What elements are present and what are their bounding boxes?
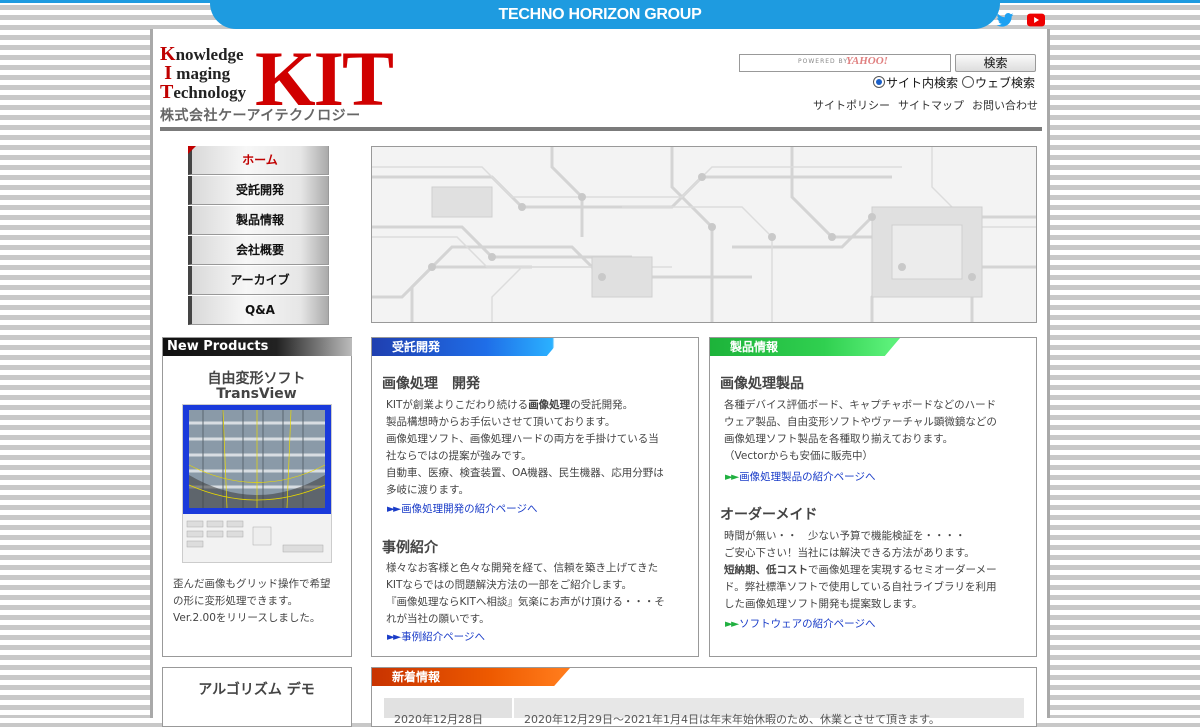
hero-circuit-image — [371, 146, 1037, 323]
image-products-text: 各種デバイス評価ボード、キャプチャボードなどのハード ウェア製品、自由変形ソフト… — [724, 399, 997, 462]
image-products-title: 画像処理製品 — [720, 376, 804, 392]
company-logo[interactable]: Knowledge I maging Technology KIT 株式会社ケー… — [160, 39, 394, 125]
nav-contract-dev[interactable]: 受託開発 — [188, 176, 329, 205]
news-row[interactable]: 2020年12月28日 2020年12月29日～2021年1月4日は年末年始休暇… — [384, 698, 1024, 726]
image-processing-dev-text: KITが創業よりこだわり続ける画像処理の受託開発。 製品構想時からお手伝いさせて… — [386, 399, 664, 496]
link-contact[interactable]: お問い合わせ — [972, 97, 1038, 113]
main-nav: ホーム 受託開発 製品情報 会社概要 アーカイブ Q&A — [188, 146, 329, 326]
custom-order-text: 時間が無い・・ 少ない予算で機能検証を・・・・ ご安心下さい！当社には解決できる… — [724, 530, 997, 610]
circuit-board-illustration — [372, 147, 1036, 322]
algorithm-demo-panel: アルゴリズム デモ — [162, 667, 352, 727]
logo-wordmark: Knowledge I maging Technology — [160, 43, 247, 103]
product-title-line1[interactable]: 自由変形ソフト — [163, 371, 350, 387]
radio-unselected-icon — [962, 76, 974, 88]
nav-products[interactable]: 製品情報 — [188, 206, 329, 235]
group-title[interactable]: TECHNO HORIZON GROUP — [0, 6, 1200, 24]
radio-site-search[interactable]: サイト内検索 — [873, 74, 958, 91]
case-studies-link[interactable]: ►► 事例紹介ページへ — [387, 629, 485, 644]
news-text[interactable]: 2020年12月29日～2021年1月4日は年末年始休暇のため、休業とさせて頂き… — [524, 711, 940, 727]
search-input[interactable]: POWERED BY YAHOO! — [739, 54, 951, 72]
twitter-icon[interactable] — [996, 12, 1014, 27]
image-products-link[interactable]: ►► 画像処理製品の紹介ページへ — [725, 469, 875, 484]
search-button[interactable]: 検索 — [955, 54, 1036, 72]
news-heading: 新着情報 — [372, 668, 570, 686]
algorithm-demo-heading[interactable]: アルゴリズム デモ — [163, 682, 350, 698]
product-description: 歪んだ画像もグリッド操作で希望 の形に変形処理できます。 Ver.2.00をリリ… — [173, 578, 331, 624]
case-studies-title: 事例紹介 — [382, 540, 438, 556]
arrow-icon: ►► — [387, 631, 401, 643]
youtube-icon[interactable] — [1027, 12, 1045, 27]
arrow-icon: ►► — [725, 618, 739, 630]
product-info-heading: 製品情報 — [710, 338, 900, 356]
nav-archive[interactable]: アーカイブ — [188, 266, 329, 295]
new-products-heading: New Products — [163, 338, 352, 356]
contract-dev-heading: 受託開発 — [372, 338, 562, 356]
product-title-line2[interactable]: TransView — [163, 386, 350, 402]
arrow-icon: ►► — [725, 471, 739, 483]
radio-web-search[interactable]: ウェブ検索 — [962, 74, 1035, 91]
image-processing-dev-link[interactable]: ►► 画像処理開発の紹介ページへ — [387, 501, 537, 516]
nav-company[interactable]: 会社概要 — [188, 236, 329, 265]
radio-selected-icon — [873, 76, 885, 88]
header-divider — [160, 127, 1042, 131]
arrow-icon: ►► — [387, 503, 401, 515]
nav-home[interactable]: ホーム — [188, 146, 329, 175]
transview-screenshot[interactable] — [182, 404, 332, 563]
news-date: 2020年12月28日 — [394, 713, 483, 726]
nav-qa[interactable]: Q&A — [188, 296, 329, 325]
product-info-panel: 製品情報 画像処理製品 各種デバイス評価ボード、キャプチャボードなどのハード ウ… — [709, 337, 1037, 657]
custom-order-title: オーダーメイド — [720, 507, 818, 523]
yahoo-logo: YAHOO! — [846, 55, 888, 67]
company-name: 株式会社ケーアイテクノロジー — [160, 108, 361, 124]
link-site-policy[interactable]: サイトポリシー — [813, 97, 890, 113]
top-bar: TECHNO HORIZON GROUP — [0, 0, 1200, 29]
link-sitemap[interactable]: サイトマップ — [898, 97, 964, 113]
new-products-panel: New Products 自由変形ソフト TransView 歪んだ画像もグリッ… — [162, 337, 352, 657]
case-studies-text: 様々なお客様と色々な開発を経て、信頼を築き上げてきた KITならではの問題解決方… — [386, 562, 665, 625]
software-link[interactable]: ►► ソフトウェアの紹介ページへ — [725, 616, 875, 631]
image-processing-dev-title: 画像処理 開発 — [382, 376, 480, 392]
contract-dev-panel: 受託開発 画像処理 開発 KITが創業よりこだわり続ける画像処理の受託開発。 製… — [371, 337, 699, 657]
